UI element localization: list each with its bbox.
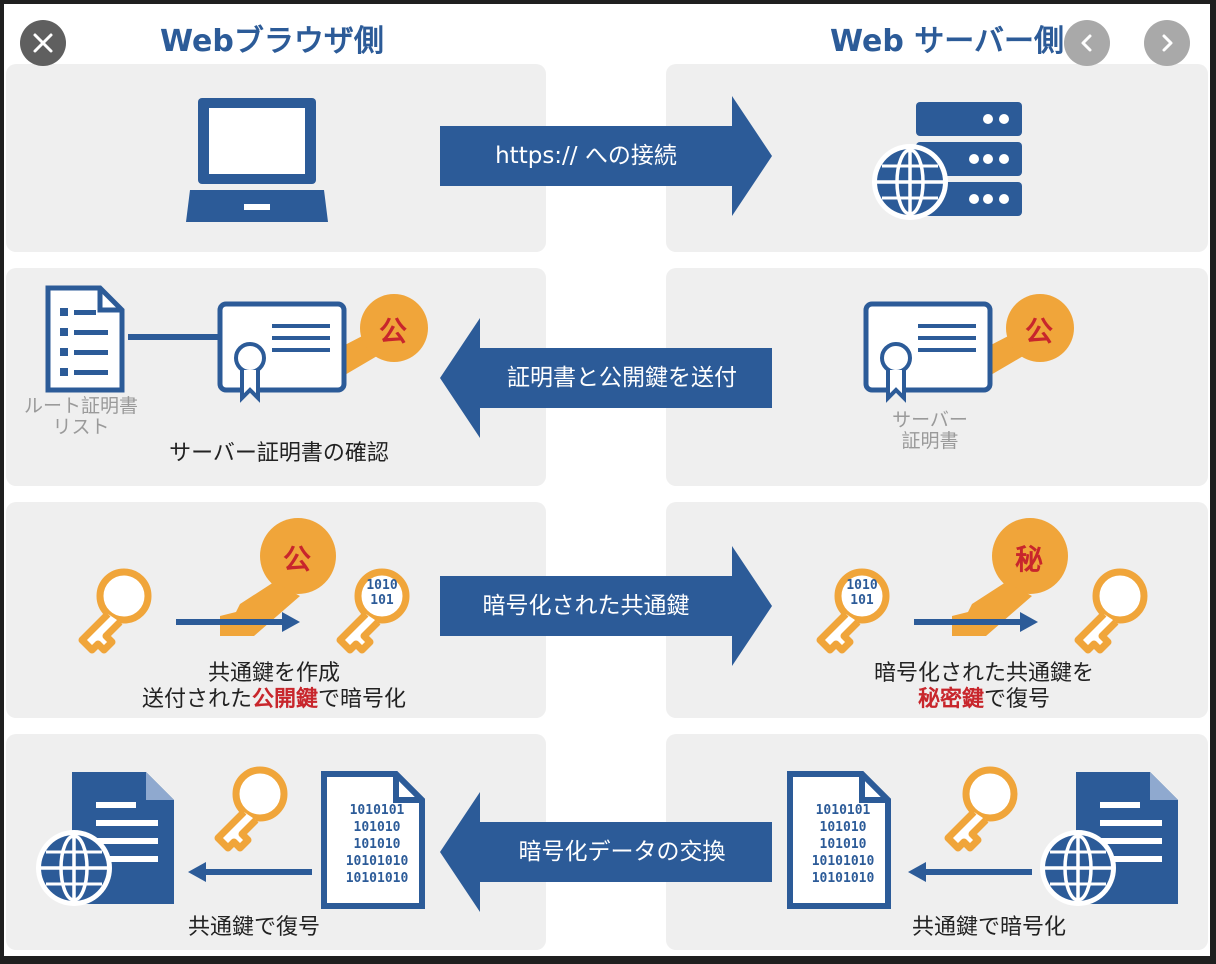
binary-line: 1010 [846, 578, 878, 593]
caption-secret-key: 秘密鍵 [917, 687, 984, 712]
diagram-canvas: Webブラウザ側 Web サーバー側 https:// への接続 ルート証明書 … [4, 4, 1210, 956]
arrow-small-left-server [908, 862, 1032, 882]
binary-line: 1010 [366, 578, 398, 593]
binary-line: 101010 [353, 837, 401, 852]
server-globe-document-icon [1040, 772, 1178, 906]
binary-line: 101010 [819, 820, 867, 835]
server-encrypted-key-binary: 1010 101 [834, 578, 890, 608]
browser-caption-encrypt: 送付された公開鍵で暗号化 [74, 686, 474, 714]
globe-document-icon [36, 772, 174, 906]
server-cert-label-line2: 証明書 [901, 430, 959, 452]
browser-caption-create-key: 共通鍵を作成 [207, 661, 340, 686]
server-binary-text: 1010101 101010 101010 10101010 10101010 [800, 802, 886, 887]
server-public-key-badge: 公 [1024, 315, 1053, 348]
binary-line: 101 [850, 593, 874, 608]
arrow-label: https:// への接続 [495, 143, 677, 169]
arrow-small-right-server [914, 612, 1038, 632]
binary-line: 101010 [819, 837, 867, 852]
root-certificate-list-icon [45, 285, 125, 393]
caption-text: で復号 [984, 687, 1051, 712]
common-key-icon [78, 568, 152, 654]
close-button[interactable] [20, 20, 66, 66]
arrow-label: 証明書と公開鍵を送付 [507, 365, 737, 391]
server-side-header: Web サーバー側 [830, 24, 1064, 59]
common-key-icon-row4 [214, 766, 288, 852]
chevron-left-icon [1081, 34, 1092, 52]
server-globe-icon [872, 102, 1022, 220]
server-caption-encrypt: 共通鍵で暗号化 [911, 915, 1066, 940]
chevron-right-icon [1162, 34, 1173, 52]
arrow-small-left [188, 862, 312, 882]
binary-text: 1010101 101010 101010 10101010 10101010 [334, 802, 420, 887]
public-key-badge-row3: 公 [282, 543, 311, 576]
server-caption-decrypt-line2: 秘密鍵で復号 [804, 686, 1164, 714]
arrow-label: 暗号化された共通鍵 [482, 593, 690, 619]
arrow-data-exchange: 暗号化データの交換 [440, 792, 772, 912]
caption-public-key: 公開鍵 [251, 687, 318, 712]
browser-caption-certificate-check: サーバー証明書の確認 [169, 441, 389, 466]
root-list-label-line1: ルート証明書 [23, 395, 138, 417]
binary-line: 1010101 [349, 803, 405, 818]
encrypted-key-binary: 1010 101 [354, 578, 410, 608]
caption-text: 送付された [141, 687, 252, 712]
public-key-badge: 公 [378, 315, 407, 348]
browser-caption-decrypt: 共通鍵で復号 [187, 915, 320, 940]
connector-line [128, 334, 218, 340]
arrow-encrypted-common-key: 暗号化された共通鍵 [440, 546, 772, 666]
binary-line: 10101010 [811, 871, 875, 886]
next-image-button[interactable] [1144, 20, 1190, 66]
secret-key-badge: 秘 [1014, 543, 1043, 576]
browser-side-header: Webブラウザ側 [160, 24, 384, 59]
server-common-key-icon [944, 766, 1018, 852]
server-cert-label-line1: サーバー [892, 409, 968, 431]
root-list-label-line2: リスト [52, 416, 110, 438]
arrow-send-certificate: 証明書と公開鍵を送付 [440, 318, 772, 438]
close-icon [33, 33, 53, 53]
binary-line: 10101010 [345, 871, 409, 886]
binary-line: 10101010 [811, 854, 875, 869]
arrow-small-right [176, 612, 300, 632]
binary-line: 10101010 [345, 854, 409, 869]
server-caption-decrypt-line1: 暗号化された共通鍵を [873, 661, 1094, 686]
laptop-icon [186, 98, 328, 222]
decrypted-common-key-icon [1074, 568, 1148, 654]
binary-line: 1010101 [815, 803, 871, 818]
arrow-https-connect: https:// への接続 [440, 96, 772, 216]
previous-image-button[interactable] [1064, 20, 1110, 66]
binary-line: 101 [370, 593, 394, 608]
binary-line: 101010 [353, 820, 401, 835]
caption-text: で暗号化 [318, 687, 407, 712]
arrow-label: 暗号化データの交換 [518, 839, 726, 865]
